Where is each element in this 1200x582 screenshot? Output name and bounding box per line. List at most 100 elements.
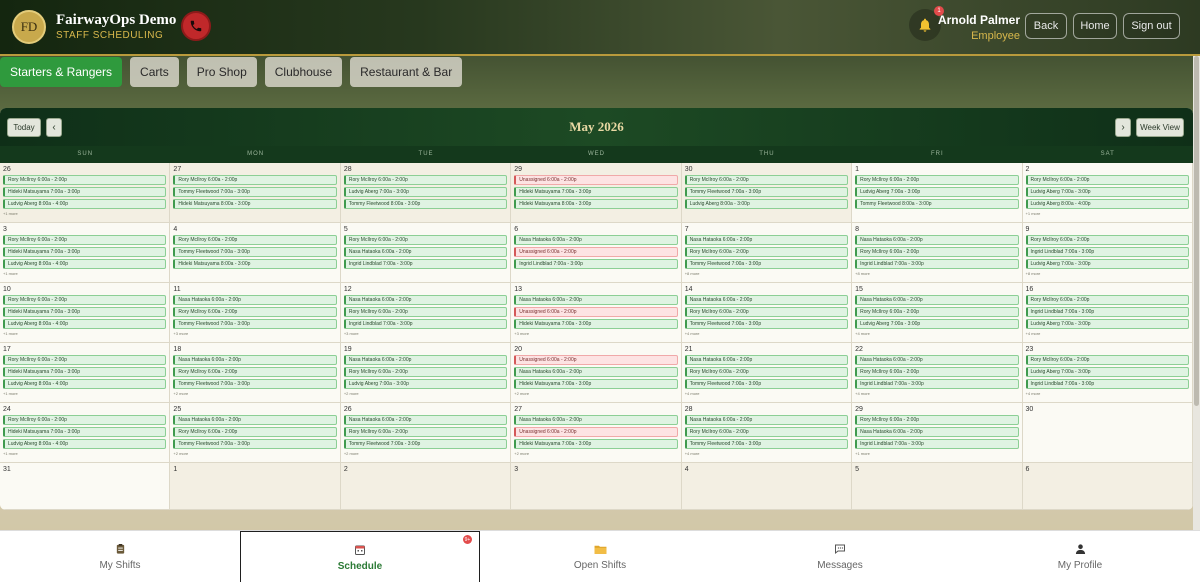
shift-event[interactable]: Hideki Matsuyama 8:00a - 3:00p <box>173 259 337 269</box>
shift-event[interactable]: Rory McIlroy 6:00a - 2:00p <box>855 175 1019 185</box>
shift-event[interactable]: Ludvig Aberg 8:00a - 4:00p <box>3 439 167 449</box>
more-shifts-link[interactable]: +4 more <box>685 451 848 456</box>
shift-event[interactable]: Rory McIlroy 6:00a - 2:00p <box>1025 295 1189 305</box>
shift-event[interactable]: Ingrid Lindblad 7:00a - 3:00p <box>514 259 678 269</box>
shift-event[interactable]: Rory McIlroy 6:00a - 2:00p <box>173 307 337 317</box>
more-shifts-link[interactable]: +4 more <box>685 391 848 396</box>
calendar-day-cell[interactable]: 3 Rory McIlroy 6:00a - 2:00p Hideki Matsuy… <box>0 223 171 283</box>
shift-event[interactable]: Rory McIlroy 6:00a - 2:00p <box>684 367 849 377</box>
calendar-day-cell[interactable]: 25 Nasa Hataoka 6:00a - 2:00p Rory McIlroy… <box>170 403 341 463</box>
calendar-day-cell[interactable]: 4 Rory McIlroy 6:00a - 2:00p Tommy Fleetwo… <box>170 223 341 283</box>
calendar-day-cell[interactable]: 3 <box>511 463 682 510</box>
shift-event[interactable]: Tommy Fleetwood 8:00a - 3:00p <box>343 199 508 209</box>
scrollbar-thumb[interactable] <box>1194 56 1199 406</box>
shift-event[interactable]: Ludvig Aberg 8:00a - 4:00p <box>3 319 167 329</box>
shift-event[interactable]: Tommy Fleetwood 7:00a - 3:00p <box>684 379 849 389</box>
calendar-day-cell[interactable]: 31 <box>0 463 171 510</box>
tab-clubhouse[interactable]: Clubhouse <box>264 57 343 87</box>
shift-event[interactable]: Ingrid Lindblad 7:00a - 3:00p <box>855 259 1019 269</box>
shift-event[interactable]: Ludvig Aberg 7:00a - 3:00p <box>1025 319 1189 329</box>
calendar-day-cell[interactable]: 6 Nasa Hataoka 6:00a - 2:00p Unassigned 6:… <box>511 223 682 283</box>
more-shifts-link[interactable]: +8 more <box>685 271 848 276</box>
more-shifts-link[interactable]: +4 more <box>855 391 1018 396</box>
more-shifts-link[interactable]: +4 more <box>685 331 848 336</box>
shift-event[interactable]: Ingrid Lindblad 7:00a - 3:00p <box>1025 379 1189 389</box>
calendar-day-cell[interactable]: 12 Nasa Hataoka 6:00a - 2:00p Rory McIlroy… <box>340 283 512 343</box>
more-shifts-link[interactable]: +1 more <box>3 391 166 396</box>
shift-event[interactable]: Nasa Hataoka 6:00a - 2:00p <box>343 295 508 305</box>
open-shift-event[interactable]: Unassigned 6:00a - 2:00p <box>514 247 678 257</box>
more-shifts-link[interactable]: +4 more <box>1026 391 1189 396</box>
shift-event[interactable]: Nasa Hataoka 6:00a - 2:00p <box>684 415 849 425</box>
shift-event[interactable]: Ludvig Aberg 8:00a - 3:00p <box>684 199 849 209</box>
shift-event[interactable]: Rory McIlroy 6:00a - 2:00p <box>343 427 508 437</box>
shift-event[interactable]: Ludvig Aberg 7:00a - 3:00p <box>1025 187 1189 197</box>
shift-event[interactable]: Hideki Matsuyama 7:00a - 3:00p <box>514 379 678 389</box>
nav-open-shifts[interactable]: Open Shifts <box>480 531 720 582</box>
open-shift-event[interactable]: Unassigned 6:00a - 2:00p <box>514 355 678 365</box>
shift-event[interactable]: Nasa Hataoka 6:00a - 2:00p <box>855 427 1019 437</box>
calendar-day-cell[interactable]: 24 Rory McIlroy 6:00a - 2:00p Hideki Matsu… <box>0 403 171 463</box>
calendar-day-cell[interactable]: 26 Rory McIlroy 6:00a - 2:00p Hideki Matsu… <box>0 163 171 223</box>
shift-event[interactable]: Tommy Fleetwood 7:00a - 3:00p <box>173 187 337 197</box>
phone-button[interactable] <box>181 11 211 41</box>
more-shifts-link[interactable]: +8 more <box>855 271 1018 276</box>
shift-event[interactable]: Rory McIlroy 6:00a - 2:00p <box>855 415 1019 425</box>
more-shifts-link[interactable]: +4 more <box>855 331 1018 336</box>
calendar-day-cell[interactable]: 10 Rory McIlroy 6:00a - 2:00p Hideki Matsu… <box>0 283 171 343</box>
page-scrollbar[interactable] <box>1193 56 1200 530</box>
shift-event[interactable]: Tommy Fleetwood 7:00a - 3:00p <box>684 259 849 269</box>
shift-event[interactable]: Nasa Hataoka 6:00a - 2:00p <box>514 415 678 425</box>
shift-event[interactable]: Rory McIlroy 6:00a - 2:00p <box>3 415 167 425</box>
more-shifts-link[interactable]: +1 more <box>3 211 166 216</box>
calendar-day-cell[interactable]: 30 <box>1022 403 1193 463</box>
more-shifts-link[interactable]: +3 more <box>514 331 677 336</box>
shift-event[interactable]: Tommy Fleetwood 7:00a - 3:00p <box>684 319 849 329</box>
shift-event[interactable]: Hideki Matsuyama 7:00a - 3:00p <box>3 307 167 317</box>
calendar-day-cell[interactable]: 22 Nasa Hataoka 6:00a - 2:00p Rory McIlroy… <box>852 343 1023 403</box>
more-shifts-link[interactable]: +3 more <box>173 331 336 336</box>
calendar-day-cell[interactable]: 28 Nasa Hataoka 6:00a - 2:00p Rory McIlroy… <box>681 403 853 463</box>
more-shifts-link[interactable]: +2 more <box>344 391 507 396</box>
shift-event[interactable]: Tommy Fleetwood 7:00a - 3:00p <box>173 379 337 389</box>
brand-logo[interactable]: FD <box>12 10 46 44</box>
shift-event[interactable]: Rory McIlroy 6:00a - 2:00p <box>173 235 337 245</box>
calendar-day-cell[interactable]: 30 Rory McIlroy 6:00a - 2:00p Tommy Fleetw… <box>681 163 853 223</box>
calendar-day-cell[interactable]: 14 Nasa Hataoka 6:00a - 2:00p Rory McIlroy… <box>681 283 853 343</box>
shift-event[interactable]: Nasa Hataoka 6:00a - 2:00p <box>684 235 849 245</box>
next-month-button[interactable]: › <box>1115 118 1131 137</box>
shift-event[interactable]: Rory McIlroy 6:00a - 2:00p <box>1025 175 1189 185</box>
shift-event[interactable]: Ingrid Lindblad 7:00a - 3:00p <box>1025 247 1189 257</box>
shift-event[interactable]: Nasa Hataoka 6:00a - 2:00p <box>173 295 337 305</box>
tab-pro-shop[interactable]: Pro Shop <box>186 57 257 87</box>
shift-event[interactable]: Rory McIlroy 6:00a - 2:00p <box>855 367 1019 377</box>
shift-event[interactable]: Rory McIlroy 6:00a - 2:00p <box>855 247 1019 257</box>
shift-event[interactable]: Tommy Fleetwood 7:00a - 3:00p <box>173 319 337 329</box>
calendar-day-cell[interactable]: 7 Nasa Hataoka 6:00a - 2:00p Rory McIlroy … <box>681 223 853 283</box>
shift-event[interactable]: Rory McIlroy 6:00a - 2:00p <box>855 307 1019 317</box>
more-shifts-link[interactable]: +3 more <box>344 331 507 336</box>
more-shifts-link[interactable]: +4 more <box>1026 331 1189 336</box>
shift-event[interactable]: Ingrid Lindblad 7:00a - 3:00p <box>343 259 508 269</box>
calendar-day-cell[interactable]: 1 <box>170 463 341 510</box>
shift-event[interactable]: Tommy Fleetwood 7:00a - 3:00p <box>173 247 337 257</box>
shift-event[interactable]: Rory McIlroy 6:00a - 2:00p <box>3 235 167 245</box>
back-button[interactable]: Back <box>1025 13 1067 39</box>
calendar-day-cell[interactable]: 29 Rory McIlroy 6:00a - 2:00p Nasa Hataoka… <box>852 403 1023 463</box>
more-shifts-link[interactable]: +1 more <box>3 451 166 456</box>
calendar-day-cell[interactable]: 9 Rory McIlroy 6:00a - 2:00p Ingrid Lindbl… <box>1022 223 1193 283</box>
shift-event[interactable]: Rory McIlroy 6:00a - 2:00p <box>3 295 167 305</box>
shift-event[interactable]: Nasa Hataoka 6:00a - 2:00p <box>514 295 678 305</box>
shift-event[interactable]: Ingrid Lindblad 7:00a - 3:00p <box>855 379 1019 389</box>
shift-event[interactable]: Ludvig Aberg 7:00a - 3:00p <box>343 187 508 197</box>
more-shifts-link[interactable]: +1 more <box>3 271 166 276</box>
shift-event[interactable]: Rory McIlroy 6:00a - 2:00p <box>173 427 337 437</box>
tab-carts[interactable]: Carts <box>130 57 179 87</box>
shift-event[interactable]: Nasa Hataoka 6:00a - 2:00p <box>173 415 337 425</box>
calendar-day-cell[interactable]: 13 Nasa Hataoka 6:00a - 2:00p Unassigned 6… <box>511 283 682 343</box>
more-shifts-link[interactable]: +2 more <box>344 451 507 456</box>
shift-event[interactable]: Hideki Matsuyama 7:00a - 3:00p <box>3 427 167 437</box>
nav-my-shifts[interactable]: My Shifts <box>0 531 240 582</box>
sign-out-button[interactable]: Sign out <box>1123 13 1180 39</box>
shift-event[interactable]: Nasa Hataoka 6:00a - 2:00p <box>684 295 849 305</box>
